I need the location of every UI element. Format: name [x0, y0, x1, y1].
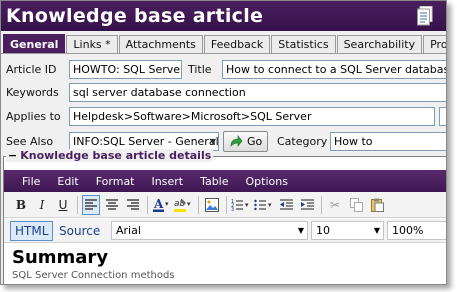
summary-subline: SQL Server Connection methods	[12, 270, 175, 281]
mode-toolbar: HTML Source Arial ▼ 10 ▼ 100%	[4, 219, 446, 243]
toolbar-divider	[321, 195, 322, 214]
svg-text:3: 3	[231, 207, 234, 212]
menu-table[interactable]: Table	[200, 175, 228, 188]
svg-text:▾: ▾	[165, 200, 169, 208]
italic-icon[interactable]: I	[33, 195, 51, 215]
chevron-down-icon: ▼	[373, 226, 380, 235]
tab-properties[interactable]: Properties	[423, 35, 446, 53]
toolbar-divider	[226, 195, 227, 214]
align-left-icon[interactable]	[82, 194, 100, 215]
svg-text:▾: ▾	[268, 201, 272, 209]
font-size-value: 10	[316, 224, 330, 237]
insert-image-icon[interactable]	[203, 195, 221, 215]
window-title: Knowledge base article	[6, 5, 264, 27]
svg-text:▾: ▾	[245, 201, 249, 209]
highlight-color-icon[interactable]: ab ▾	[173, 195, 193, 215]
bullet-list-icon[interactable]: ▾	[254, 195, 274, 215]
tab-links[interactable]: Links *	[66, 35, 118, 53]
align-center-icon[interactable]	[103, 195, 121, 215]
category-select[interactable]: How to	[330, 132, 446, 151]
html-mode-tab[interactable]: HTML	[10, 221, 54, 241]
align-right-icon[interactable]	[124, 195, 142, 215]
tab-general[interactable]: General	[3, 34, 66, 53]
summary-heading: Summary	[12, 247, 109, 268]
go-label: Go	[247, 135, 263, 148]
bold-icon[interactable]: B	[12, 195, 30, 215]
tab-searchability[interactable]: Searchability	[336, 35, 423, 53]
tab-statistics[interactable]: Statistics	[271, 35, 336, 53]
article-details-panel: − Knowledge base article details File Ed…	[3, 149, 446, 284]
menu-options[interactable]: Options	[246, 175, 288, 188]
document-icon[interactable]	[417, 6, 434, 26]
underline-icon[interactable]: U	[54, 195, 72, 215]
font-color-icon[interactable]: A ▾	[152, 195, 170, 215]
details-header[interactable]: − Knowledge base article details	[6, 149, 214, 162]
font-family-select[interactable]: Arial ▼	[111, 221, 308, 240]
applies-to-browse-button[interactable]	[439, 107, 446, 126]
menu-file[interactable]: File	[22, 175, 40, 188]
source-mode-tab[interactable]: Source	[59, 221, 100, 241]
go-arrow-icon	[230, 134, 243, 147]
go-button[interactable]: Go	[223, 131, 269, 152]
menu-format[interactable]: Format	[96, 175, 135, 188]
zoom-select[interactable]: 100%	[387, 221, 446, 240]
tab-bar: General Links * Attachments Feedback Sta…	[1, 31, 446, 54]
details-title: Knowledge base article details	[20, 149, 212, 162]
indent-icon[interactable]	[298, 195, 316, 215]
article-id-label: Article ID	[6, 63, 57, 76]
cut-icon[interactable]: ✂	[326, 195, 344, 215]
article-id-field[interactable]: HOWTO: SQL Server database connection	[69, 60, 182, 79]
applies-to-field[interactable]: Helpdesk>Software>Microsoft>SQL Server	[69, 107, 435, 126]
menu-edit[interactable]: Edit	[57, 175, 78, 188]
title-field[interactable]: How to connect to a SQL Server database	[222, 60, 446, 79]
svg-text:▾: ▾	[187, 200, 191, 208]
editor-content[interactable]: Summary SQL Server Connection methods	[4, 244, 446, 284]
toolbar-divider	[77, 195, 78, 214]
general-form: Article ID HOWTO: SQL Server database co…	[1, 54, 446, 158]
toolbar-divider	[147, 195, 148, 214]
svg-text:A: A	[153, 197, 164, 211]
title-label: Title	[188, 63, 212, 76]
formatting-toolbar: B I U A ▾ ab ▾ 1 2 3 ▾ ▾ ✂	[4, 192, 446, 218]
kb-article-window: Knowledge base article General Links * A…	[0, 0, 447, 285]
title-bar: Knowledge base article	[1, 1, 446, 31]
keywords-field[interactable]: sql server database connection	[69, 83, 446, 102]
category-label: Category	[277, 135, 328, 148]
copy-icon[interactable]	[347, 195, 365, 215]
applies-to-label: Applies to	[6, 110, 61, 123]
see-also-label: See Also	[6, 135, 54, 148]
numbered-list-icon[interactable]: 1 2 3 ▾	[231, 195, 251, 215]
toolbar-divider	[198, 195, 199, 214]
chevron-down-icon: ▼	[297, 226, 304, 235]
zoom-value: 100%	[392, 224, 424, 237]
outdent-icon[interactable]	[277, 195, 295, 215]
menu-insert[interactable]: Insert	[152, 175, 184, 188]
tab-feedback[interactable]: Feedback	[203, 35, 271, 53]
font-family-value: Arial	[116, 224, 141, 237]
category-value: How to	[334, 135, 373, 148]
keywords-label: Keywords	[6, 86, 59, 99]
paste-icon[interactable]	[368, 195, 386, 215]
tab-attachments[interactable]: Attachments	[118, 35, 203, 53]
chevron-down-icon: ▼	[209, 137, 216, 146]
collapse-icon[interactable]: −	[8, 149, 17, 162]
see-also-value: INFO:SQL Server - General information	[73, 135, 219, 148]
font-size-select[interactable]: 10 ▼	[311, 221, 384, 240]
editor-menu-bar: File Edit Format Insert Table Options	[4, 170, 446, 192]
